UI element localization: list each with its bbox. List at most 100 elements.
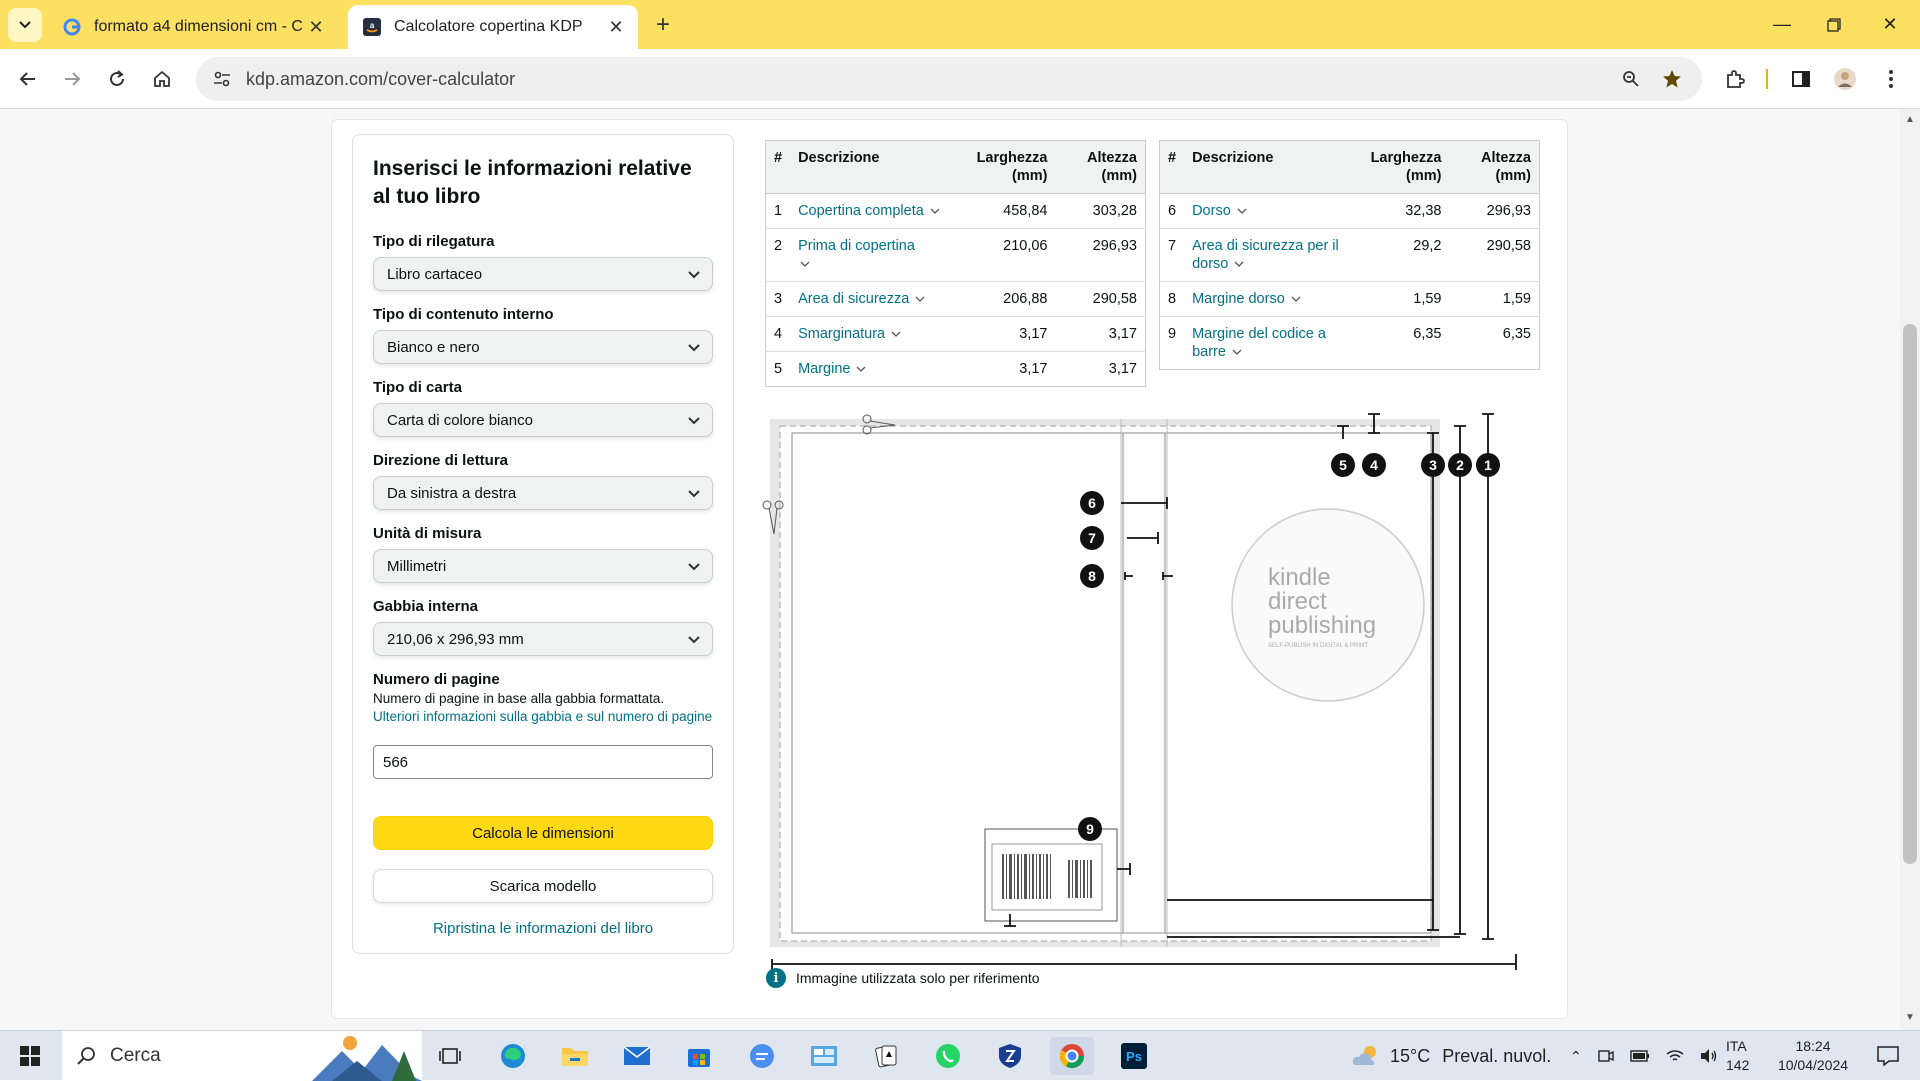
taskbar-search[interactable]: Cerca [62, 1031, 422, 1081]
row-num: 6 [1159, 193, 1185, 229]
solitaire-icon[interactable] [864, 1037, 908, 1075]
row-desc-expand[interactable]: Dorso [1184, 193, 1350, 229]
scrollbar-thumb[interactable] [1903, 324, 1917, 864]
extensions-icon[interactable] [1718, 61, 1752, 97]
table-row: 4 Smarginatura 3,17 3,17 [765, 316, 1146, 352]
cloud-sun-icon [1352, 1046, 1376, 1065]
tab-search-button[interactable] [8, 8, 42, 42]
restore-icon[interactable] [1806, 0, 1862, 49]
unit-select[interactable]: Millimetri [373, 549, 713, 583]
close-tab-icon[interactable]: ✕ [602, 13, 630, 41]
scroll-up-icon[interactable]: ▲ [1905, 114, 1915, 125]
reset-book-info-link[interactable]: Ripristina le informazioni del libro [373, 920, 713, 937]
close-tab-icon[interactable]: ✕ [302, 13, 330, 41]
side-panel-icon[interactable] [1784, 61, 1818, 97]
logo-line-3: publishing [1268, 612, 1376, 639]
wifi-icon[interactable] [1666, 1049, 1684, 1063]
row-width: 1,59 [1349, 281, 1450, 317]
reading-select[interactable]: Da sinistra a destra [373, 476, 713, 510]
reading-label: Direzione di lettura [373, 452, 509, 469]
meet-now-icon[interactable] [1598, 1048, 1614, 1064]
zoom-icon[interactable] [1614, 61, 1648, 97]
row-desc-expand[interactable]: Margine [790, 351, 956, 387]
clock[interactable]: 18:24 10/04/2024 [1768, 1037, 1858, 1075]
row-desc-expand[interactable]: Prima di copertina [790, 228, 956, 282]
paper-select[interactable]: Carta di colore bianco [373, 403, 713, 437]
mail-icon[interactable] [615, 1037, 659, 1075]
calculate-button[interactable]: Calcola le dimensioni [373, 816, 713, 850]
windows-start-icon[interactable] [8, 1037, 52, 1075]
dimensions-table-right: # Descrizione Larghezza (mm) Altezza (mm… [1159, 140, 1540, 370]
page-scrollbar[interactable]: ▲ ▼ [1900, 109, 1920, 1030]
table-row: 9 Margine del codice a barre 6,35 6,35 [1159, 316, 1540, 370]
control-panel-icon[interactable] [802, 1037, 846, 1075]
battery-icon[interactable] [1630, 1050, 1650, 1062]
back-icon[interactable] [10, 61, 46, 97]
search-icon [77, 1047, 95, 1065]
row-desc: Smarginatura [798, 326, 886, 342]
tab-google-search[interactable]: formato a4 dimensioni cm - Ce ✕ [48, 5, 338, 49]
chat-icon[interactable] [740, 1037, 784, 1075]
row-desc: Dorso [1192, 203, 1231, 219]
new-tab-icon[interactable]: + [648, 10, 678, 40]
chevron-down-icon [688, 271, 700, 279]
row-num: 7 [1159, 228, 1185, 282]
close-window-icon[interactable]: ✕ [1862, 0, 1918, 49]
chrome-icon[interactable] [1050, 1037, 1094, 1075]
weather-widget[interactable]: 15°C Preval. nuvol. [1350, 1031, 1551, 1081]
row-desc-expand[interactable]: Copertina completa [790, 193, 956, 229]
home-icon[interactable] [144, 61, 180, 97]
chevron-up-icon[interactable]: ⌃ [1570, 1048, 1582, 1065]
pages-help-link[interactable]: Ulteriori informazioni sulla gabbia e su… [373, 708, 713, 726]
site-info-icon[interactable] [210, 71, 234, 87]
weather-desc: Preval. nuvol. [1442, 1045, 1552, 1066]
table-row: 3 Area di sicurezza 206,88 290,58 [765, 281, 1146, 317]
weather-temp: 15°C [1390, 1045, 1431, 1066]
row-num: 2 [765, 228, 791, 282]
menu-dots-icon[interactable] [1874, 61, 1908, 97]
marker-9-label: 9 [1086, 821, 1094, 837]
pages-input[interactable]: 566 [373, 745, 713, 779]
marker-4-label: 4 [1370, 457, 1378, 473]
interior-select[interactable]: Bianco e nero [373, 330, 713, 364]
chevron-down-icon [688, 344, 700, 352]
trim-select[interactable]: 210,06 x 296,93 mm [373, 622, 713, 656]
tab-kdp-calculator[interactable]: a Calcolatore copertina KDP ✕ [348, 5, 638, 49]
file-explorer-icon[interactable] [553, 1037, 597, 1075]
edge-icon[interactable] [491, 1037, 535, 1075]
minimize-icon[interactable]: — [1754, 0, 1810, 49]
bookmark-star-icon[interactable] [1655, 61, 1689, 97]
binding-select[interactable]: Libro cartaceo [373, 257, 713, 291]
clock-date: 10/04/2024 [1777, 1057, 1849, 1073]
address-bar[interactable]: kdp.amazon.com/cover-calculator [196, 57, 1702, 101]
logo-line-1: kindle [1268, 564, 1331, 591]
row-desc-expand[interactable]: Area di sicurezza per il dorso [1184, 228, 1350, 282]
table-row: 2 Prima di copertina 210,06 296,93 [765, 228, 1146, 282]
binding-value: Libro cartaceo [387, 265, 483, 283]
scroll-down-icon[interactable]: ▼ [1905, 1012, 1915, 1023]
task-view-icon[interactable] [428, 1037, 472, 1075]
row-num: 5 [765, 351, 791, 387]
chevron-down-icon [688, 636, 700, 644]
col-desc: Descrizione [1184, 140, 1350, 194]
avatar[interactable] [1828, 61, 1862, 97]
notifications-icon[interactable] [1866, 1037, 1910, 1075]
reload-icon[interactable] [99, 61, 135, 97]
store-icon[interactable] [677, 1037, 721, 1075]
logo-tagline: SELF-PUBLISH IN DIGITAL & PRINT [1268, 643, 1368, 649]
vpn-shield-icon[interactable] [988, 1037, 1032, 1075]
whatsapp-icon[interactable] [926, 1037, 970, 1075]
volume-icon[interactable] [1700, 1048, 1718, 1064]
lang-code: ITA [1726, 1038, 1747, 1054]
row-desc-expand[interactable]: Margine del codice a barre [1184, 316, 1350, 370]
download-template-button[interactable]: Scarica modello [373, 869, 713, 903]
col-height: Altezza (mm) [1449, 140, 1540, 194]
row-desc-expand[interactable]: Area di sicurezza [790, 281, 956, 317]
row-desc-expand[interactable]: Margine dorso [1184, 281, 1350, 317]
pages-note: Numero di pagine in base alla gabbia for… [373, 691, 665, 706]
photoshop-icon[interactable]: Ps [1112, 1037, 1156, 1075]
language-indicator[interactable]: ITA 142 [1726, 1037, 1749, 1075]
forward-icon[interactable] [54, 61, 90, 97]
row-desc-expand[interactable]: Smarginatura [790, 316, 956, 352]
tab-title: Calcolatore copertina KDP [394, 18, 583, 35]
